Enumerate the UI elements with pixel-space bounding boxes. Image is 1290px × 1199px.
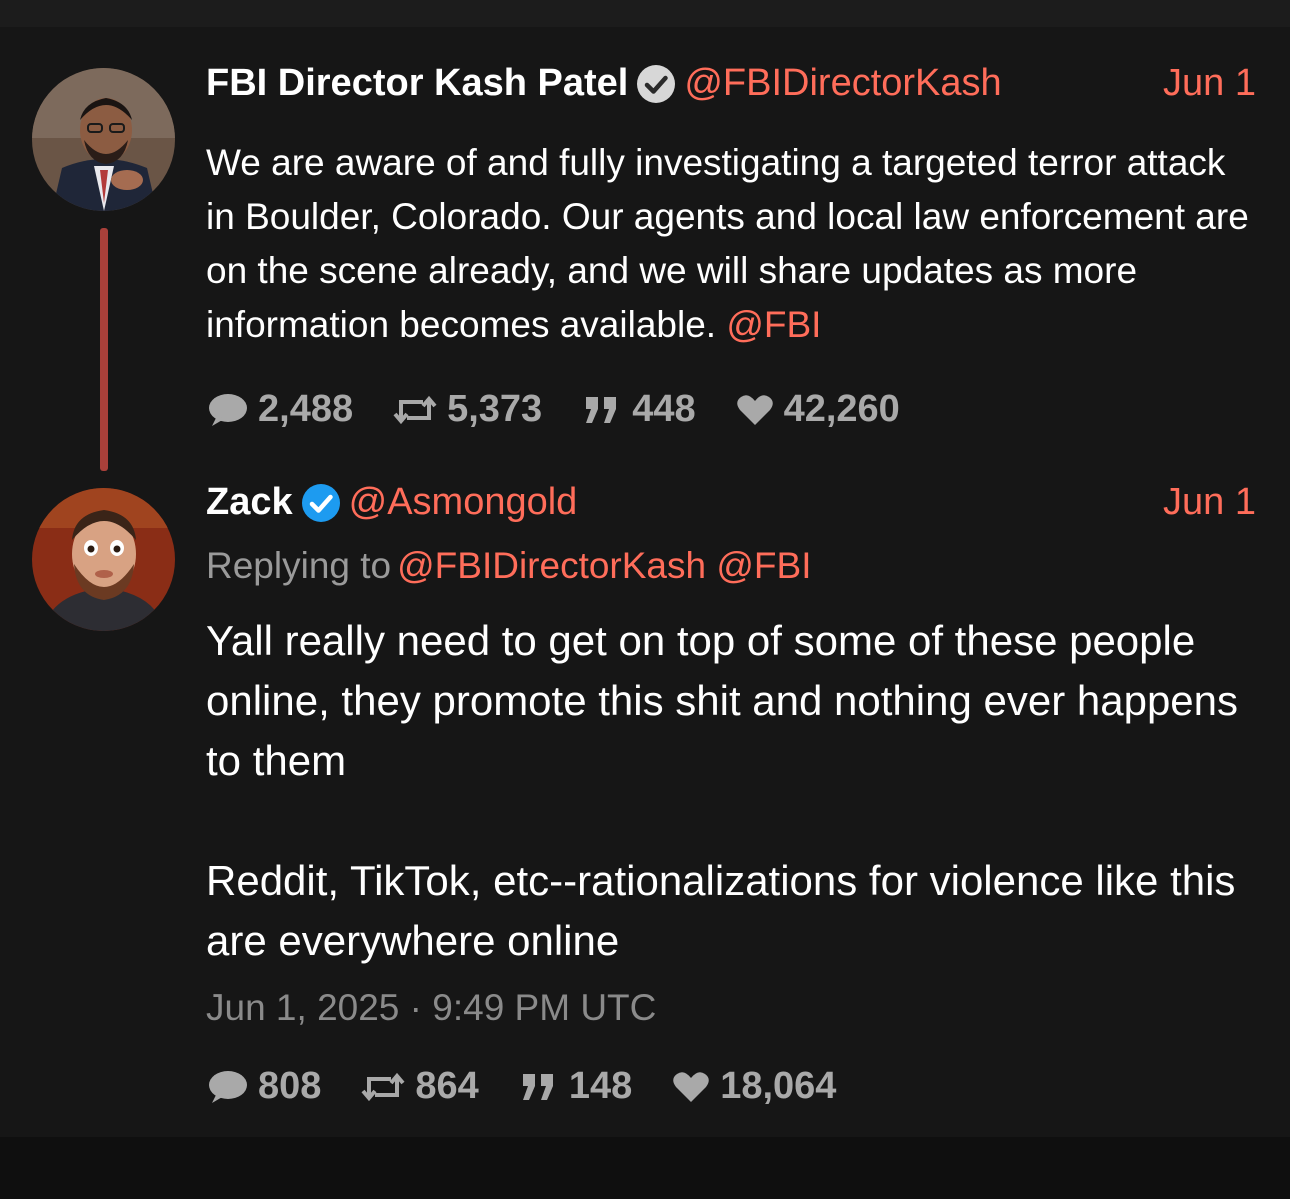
- author-name[interactable]: FBI Director Kash Patel: [206, 62, 628, 104]
- retweet-icon: [393, 394, 437, 426]
- tweet-2[interactable]: Zack @Asmongold Jun 1 Replying to @FBIDire…: [206, 481, 1256, 1108]
- avatar-kash-patel[interactable]: [32, 68, 175, 211]
- like-count: 18,064: [720, 1065, 837, 1107]
- author-handle[interactable]: @FBIDirectorKash: [684, 62, 1001, 104]
- heart-icon: [736, 393, 774, 427]
- replying-to-label: Replying to: [206, 545, 392, 586]
- quote-count: 448: [632, 388, 696, 430]
- reply-count: 808: [258, 1065, 322, 1107]
- retweet-count: 5,373: [447, 388, 543, 430]
- quote-count-button[interactable]: 148: [519, 1065, 632, 1108]
- tweet-body: Yall really need to get on top of some o…: [206, 617, 1239, 964]
- verified-badge-icon: [636, 64, 676, 104]
- like-count-button[interactable]: 18,064: [672, 1065, 836, 1108]
- tweet-date[interactable]: Jun 1: [1163, 481, 1256, 524]
- quote-count: 148: [568, 1065, 633, 1107]
- bottom-area: [0, 1137, 1290, 1199]
- avatar-zack[interactable]: [32, 488, 175, 631]
- replying-to-line: Replying to @FBIDirectorKash @FBI: [206, 545, 1256, 587]
- heart-icon: [672, 1070, 710, 1104]
- retweet-count: 864: [415, 1065, 479, 1107]
- retweet-count-button[interactable]: 5,373: [393, 388, 542, 431]
- tweet-stats: 2,488 5,373 448 42,260: [206, 388, 1256, 431]
- tweet-header: Zack @Asmongold Jun 1: [206, 481, 1256, 533]
- like-count: 42,260: [783, 388, 900, 430]
- reply-count: 2,488: [258, 388, 354, 430]
- tweet-1[interactable]: FBI Director Kash Patel @FBIDirectorKash …: [206, 62, 1256, 431]
- retweet-icon: [361, 1071, 405, 1103]
- like-count-button[interactable]: 42,260: [736, 388, 900, 431]
- top-bar: [0, 0, 1290, 27]
- comment-icon: [206, 1069, 248, 1105]
- author-handle[interactable]: @Asmongold: [349, 481, 578, 523]
- comment-icon: [206, 392, 248, 428]
- tweet-timestamp[interactable]: Jun 1, 2025 · 9:49 PM UTC: [206, 987, 1256, 1029]
- reply-count-button[interactable]: 808: [206, 1065, 321, 1108]
- tweet-date[interactable]: Jun 1: [1163, 62, 1256, 105]
- reply-count-button[interactable]: 2,488: [206, 388, 353, 431]
- mention-link[interactable]: @FBI: [726, 304, 821, 345]
- thread-connector-line: [100, 228, 108, 471]
- quote-icon: [519, 1072, 559, 1102]
- quote-count-button[interactable]: 448: [582, 388, 696, 431]
- author-name[interactable]: Zack: [206, 481, 293, 523]
- quote-icon: [582, 395, 622, 425]
- tweet-stats: 808 864 148 18,064: [206, 1065, 1256, 1108]
- tweet-header: FBI Director Kash Patel @FBIDirectorKash …: [206, 62, 1256, 114]
- reply-handles-link[interactable]: @FBIDirectorKash @FBI: [397, 545, 811, 586]
- tweet-text: We are aware of and fully investigating …: [206, 136, 1256, 352]
- retweet-count-button[interactable]: 864: [361, 1065, 479, 1108]
- verified-badge-icon: [301, 483, 341, 523]
